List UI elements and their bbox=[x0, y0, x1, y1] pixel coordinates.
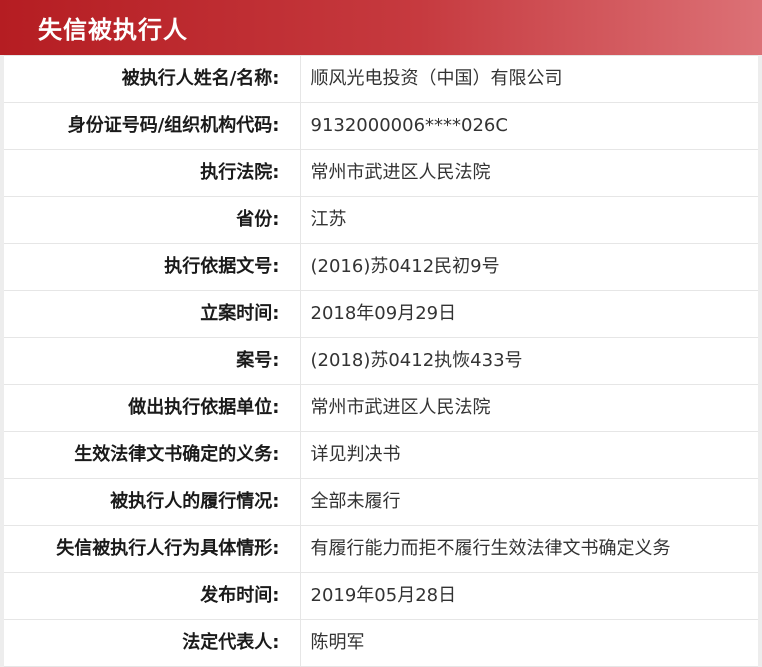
row-executing-court: 执行法院: 常州市武进区人民法院 bbox=[1, 149, 761, 197]
dishonest-judgment-debtor-card: 失信被执行人 被执行人姓名/名称: 顺风光电投资（中国）有限公司 身份证号码/组… bbox=[0, 0, 762, 667]
row-case-number: 案号: (2018)苏0412执恢433号 bbox=[1, 337, 761, 385]
legal-representative-label: 法定代表人: bbox=[1, 619, 301, 667]
dishonest-behavior-value: 有履行能力而拒不履行生效法律文书确定义务 bbox=[299, 525, 761, 573]
debtor-name-value: 顺风光电投资（中国）有限公司 bbox=[299, 55, 761, 103]
basis-document-number-label: 执行依据文号: bbox=[1, 243, 301, 291]
id-code-value: 9132000006****026C bbox=[299, 102, 761, 150]
legal-representative-value: 陈明军 bbox=[299, 619, 761, 667]
obligation-label: 生效法律文书确定的义务: bbox=[1, 431, 301, 479]
card-title: 失信被执行人 bbox=[0, 0, 762, 55]
debtor-info-table: 被执行人姓名/名称: 顺风光电投资（中国）有限公司 身份证号码/组织机构代码: … bbox=[0, 55, 762, 667]
row-obligation: 生效法律文书确定的义务: 详见判决书 bbox=[1, 431, 761, 479]
executing-court-value: 常州市武进区人民法院 bbox=[299, 149, 761, 197]
issuing-unit-value: 常州市武进区人民法院 bbox=[299, 384, 761, 432]
obligation-value: 详见判决书 bbox=[299, 431, 761, 479]
row-issuing-unit: 做出执行依据单位: 常州市武进区人民法院 bbox=[1, 384, 761, 432]
basis-document-number-value: (2016)苏0412民初9号 bbox=[299, 243, 761, 291]
issuing-unit-label: 做出执行依据单位: bbox=[1, 384, 301, 432]
row-publish-date: 发布时间: 2019年05月28日 bbox=[1, 572, 761, 620]
row-legal-representative: 法定代表人: 陈明军 bbox=[1, 619, 761, 667]
performance-status-value: 全部未履行 bbox=[299, 478, 761, 526]
row-id-code: 身份证号码/组织机构代码: 9132000006****026C bbox=[1, 102, 761, 150]
case-number-value: (2018)苏0412执恢433号 bbox=[299, 337, 761, 385]
executing-court-label: 执行法院: bbox=[1, 149, 301, 197]
publish-date-value: 2019年05月28日 bbox=[299, 572, 761, 620]
row-province: 省份: 江苏 bbox=[1, 196, 761, 244]
province-value: 江苏 bbox=[299, 196, 761, 244]
filing-date-value: 2018年09月29日 bbox=[299, 290, 761, 338]
debtor-name-label: 被执行人姓名/名称: bbox=[1, 55, 301, 103]
performance-status-label: 被执行人的履行情况: bbox=[1, 478, 301, 526]
dishonest-behavior-label: 失信被执行人行为具体情形: bbox=[1, 525, 301, 573]
filing-date-label: 立案时间: bbox=[1, 290, 301, 338]
row-filing-date: 立案时间: 2018年09月29日 bbox=[1, 290, 761, 338]
id-code-label: 身份证号码/组织机构代码: bbox=[1, 102, 301, 150]
case-number-label: 案号: bbox=[1, 337, 301, 385]
row-dishonest-behavior: 失信被执行人行为具体情形: 有履行能力而拒不履行生效法律文书确定义务 bbox=[1, 525, 761, 573]
row-debtor-name: 被执行人姓名/名称: 顺风光电投资（中国）有限公司 bbox=[1, 55, 761, 103]
publish-date-label: 发布时间: bbox=[1, 572, 301, 620]
row-basis-document-number: 执行依据文号: (2016)苏0412民初9号 bbox=[1, 243, 761, 291]
row-performance-status: 被执行人的履行情况: 全部未履行 bbox=[1, 478, 761, 526]
province-label: 省份: bbox=[1, 196, 301, 244]
